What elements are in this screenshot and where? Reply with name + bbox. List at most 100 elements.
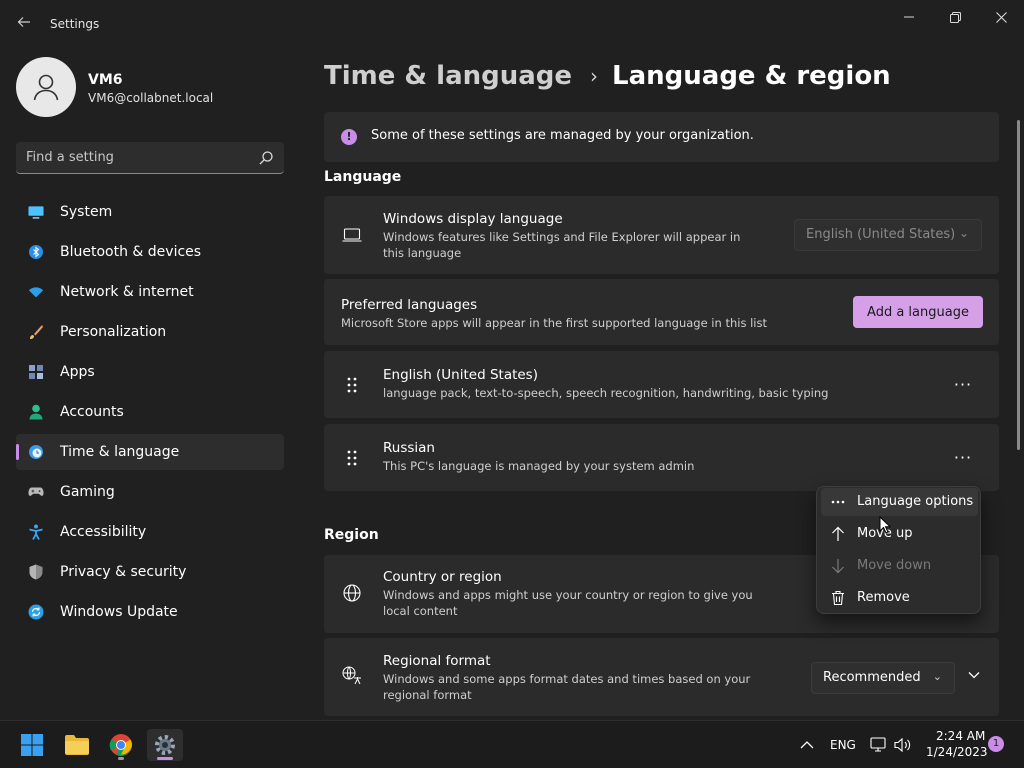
search-box[interactable]: [16, 142, 284, 174]
info-icon: !: [341, 129, 357, 145]
minimize-button[interactable]: [886, 6, 932, 28]
page-title: Language & region: [612, 61, 891, 91]
menu-item-label: Move down: [857, 558, 932, 573]
menu-item-label: Remove: [857, 590, 910, 605]
volume-control[interactable]: [894, 736, 912, 754]
display-language-title: Windows display language: [383, 211, 563, 227]
preferred-languages-description: Microsoft Store apps will appear in the …: [341, 316, 767, 330]
regional-format-description: Windows and some apps format dates and t…: [383, 672, 751, 702]
monitor-icon: [28, 204, 44, 220]
input-language-indicator[interactable]: ENG: [830, 738, 856, 752]
network-status[interactable]: [870, 736, 888, 754]
display-language-dropdown: English (United States) ⌄: [794, 219, 982, 251]
chevron-down-icon: [968, 672, 980, 679]
user-icon: [33, 74, 59, 101]
taskbar-file-explorer[interactable]: [59, 729, 95, 761]
regional-format-title: Regional format: [383, 653, 491, 669]
chevron-down-icon: ⌄: [932, 670, 942, 683]
more-horizontal-icon: [829, 493, 847, 511]
laptop-icon: [342, 225, 362, 245]
sidebar-item-system[interactable]: System: [16, 194, 284, 230]
sidebar-item-personalization[interactable]: Personalization: [16, 314, 284, 350]
drag-handle-icon[interactable]: [346, 449, 358, 467]
back-button[interactable]: [10, 12, 38, 36]
add-language-button[interactable]: Add a language: [853, 296, 983, 328]
more-options-button[interactable]: ···: [947, 441, 979, 473]
shield-icon: [28, 564, 44, 580]
sidebar-item-label: Bluetooth & devices: [60, 244, 202, 260]
trash-icon: [829, 589, 847, 607]
display-language-description: Windows features like Settings and File …: [383, 230, 741, 260]
taskbar-chrome[interactable]: [103, 729, 139, 761]
regional-format-icon: [342, 666, 362, 686]
info-text: Some of these settings are managed by yo…: [371, 128, 754, 143]
clock-time[interactable]: 2:24 AM: [936, 729, 985, 743]
mouse-cursor-icon: [879, 516, 891, 534]
managed-info-bar: ! Some of these settings are managed by …: [324, 112, 999, 162]
more-horizontal-icon: ···: [953, 374, 973, 394]
menu-item-move-down: Move down: [821, 552, 978, 580]
search-input[interactable]: [26, 142, 246, 172]
arrow-down-icon: [829, 557, 847, 575]
display-language-card: Windows display language Windows feature…: [324, 196, 999, 274]
sidebar-item-label: Time & language: [60, 444, 180, 460]
restore-button[interactable]: [932, 6, 978, 28]
sidebar-item-label: Personalization: [60, 324, 167, 340]
sidebar-item-windows-update[interactable]: Windows Update: [16, 594, 284, 630]
regional-format-dropdown[interactable]: Recommended ⌄: [811, 662, 955, 694]
accessibility-icon: [28, 524, 44, 540]
language-row-russian[interactable]: Russian This PC's language is managed by…: [324, 424, 999, 491]
start-button[interactable]: [14, 729, 50, 761]
breadcrumb-parent[interactable]: Time & language: [324, 61, 572, 91]
globe-icon: [342, 583, 362, 603]
language-context-menu: Language options Move up Move down Remov…: [816, 486, 981, 614]
language-name: English (United States): [383, 367, 538, 383]
minimize-icon: [904, 16, 914, 18]
update-icon: [28, 604, 44, 620]
menu-item-move-up[interactable]: Move up: [821, 520, 978, 548]
notification-badge[interactable]: 1: [988, 736, 1004, 752]
regional-format-card[interactable]: Regional format Windows and some apps fo…: [324, 638, 999, 716]
chevron-up-icon: [800, 741, 814, 749]
taskbar-settings[interactable]: [147, 729, 183, 761]
chevron-down-icon: ⌄: [958, 226, 969, 240]
clock-date[interactable]: 1/24/2023: [926, 745, 988, 759]
country-description: Windows and apps might use your country …: [383, 588, 753, 618]
search-icon[interactable]: [258, 150, 274, 166]
sidebar-item-time-language[interactable]: Time & language: [16, 434, 284, 470]
language-detail: This PC's language is managed by your sy…: [383, 459, 695, 473]
running-indicator: [118, 757, 124, 760]
expand-button[interactable]: [964, 668, 984, 688]
sidebar-nav: System Bluetooth & devices Network & int…: [16, 194, 284, 634]
close-button[interactable]: [978, 6, 1024, 28]
chrome-icon: [109, 734, 132, 756]
sidebar-item-apps[interactable]: Apps: [16, 354, 284, 390]
more-options-button[interactable]: ···: [947, 368, 979, 400]
breadcrumb: Time & language › Language & region: [324, 58, 891, 94]
chevron-right-icon: ›: [590, 64, 599, 88]
menu-item-remove[interactable]: Remove: [821, 584, 978, 612]
drag-handle-icon[interactable]: [346, 376, 358, 394]
language-row-english[interactable]: English (United States) language pack, t…: [324, 351, 999, 418]
sidebar-item-accessibility[interactable]: Accessibility: [16, 514, 284, 550]
menu-item-language-options[interactable]: Language options: [821, 488, 978, 516]
sidebar-item-accounts[interactable]: Accounts: [16, 394, 284, 430]
windows-logo-icon: [21, 734, 43, 756]
display-language-value: English (United States): [806, 227, 956, 242]
sidebar-item-privacy[interactable]: Privacy & security: [16, 554, 284, 590]
scrollbar[interactable]: [1017, 120, 1020, 450]
gear-icon: [155, 735, 175, 755]
sidebar-item-bluetooth[interactable]: Bluetooth & devices: [16, 234, 284, 270]
sidebar-item-label: Gaming: [60, 484, 115, 500]
sidebar-item-label: Network & internet: [60, 284, 194, 300]
sidebar-item-network[interactable]: Network & internet: [16, 274, 284, 310]
sidebar-item-gaming[interactable]: Gaming: [16, 474, 284, 510]
sidebar-item-label: Accounts: [60, 404, 124, 420]
taskbar: ENG 2:24 AM 1/24/2023: [0, 720, 1024, 768]
show-hidden-icons-button[interactable]: [798, 736, 816, 754]
language-name: Russian: [383, 440, 435, 456]
sidebar-item-label: Apps: [60, 364, 95, 380]
avatar[interactable]: [16, 57, 76, 117]
volume-icon: [894, 737, 911, 753]
close-icon: [995, 11, 1007, 23]
